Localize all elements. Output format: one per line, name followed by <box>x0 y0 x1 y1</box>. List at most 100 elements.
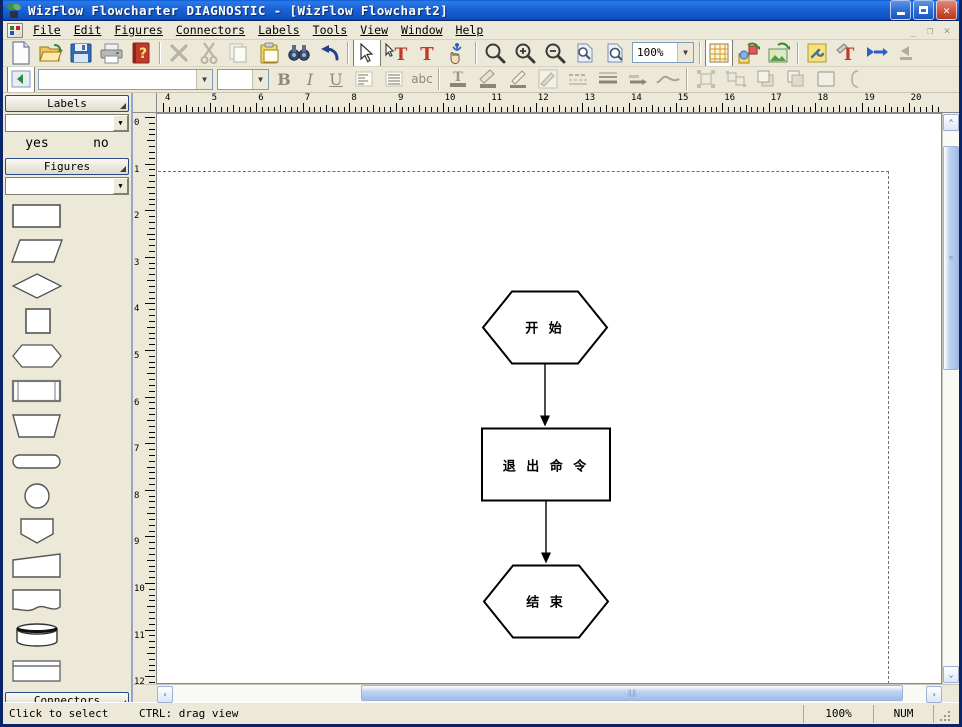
flow-node-exit-command[interactable]: 退 出 命 令 <box>481 427 611 502</box>
chevron-down-icon[interactable]: ▼ <box>113 178 128 194</box>
image-button[interactable] <box>765 40 793 66</box>
print-button[interactable] <box>97 40 125 66</box>
menu-item-view[interactable]: View <box>354 21 395 39</box>
palette-section-labels-header[interactable]: Labels <box>5 95 129 112</box>
bring-front-button[interactable] <box>752 67 780 92</box>
rounded-rectangle-shape[interactable] <box>5 444 68 478</box>
menu-item-tools[interactable]: Tools <box>307 21 355 39</box>
fill-color-button[interactable] <box>474 67 502 92</box>
line-color-button[interactable] <box>504 67 532 92</box>
vertical-scrollbar[interactable]: ⌃ ≡ ⌄ <box>942 113 959 684</box>
predefined-process-shape[interactable] <box>5 374 68 408</box>
line-style-dashed-button[interactable] <box>564 67 592 92</box>
find-binoculars-button[interactable] <box>285 40 313 66</box>
drawing-canvas[interactable]: 开 始 退 出 命 令 结 束 <box>157 113 942 684</box>
palette-section-connectors-header[interactable]: Connectors <box>5 692 129 702</box>
horizontal-scrollbar[interactable]: ‹ ‖‖ › <box>133 684 959 703</box>
chevron-down-icon[interactable]: ▼ <box>113 115 128 131</box>
curve-style-button[interactable] <box>654 67 682 92</box>
flow-connector-start-to-exit[interactable] <box>540 363 550 427</box>
select-text-button[interactable]: T <box>383 40 411 66</box>
new-document-button[interactable] <box>7 40 35 66</box>
grid-toggle-button[interactable] <box>705 40 733 66</box>
menu-item-connectors[interactable]: Connectors <box>170 21 252 39</box>
menu-item-edit[interactable]: Edit <box>68 21 109 39</box>
chevron-down-icon[interactable]: ▼ <box>252 69 268 89</box>
figure-style-button[interactable] <box>735 40 763 66</box>
arrow-style-button[interactable] <box>624 67 652 92</box>
rectangle-shape[interactable] <box>5 199 68 233</box>
parallelogram-shape[interactable] <box>5 234 68 268</box>
scroll-down-button[interactable]: ⌄ <box>943 666 959 683</box>
diamond-shape[interactable] <box>5 269 68 303</box>
chevron-down-icon[interactable]: ▼ <box>196 69 212 89</box>
open-folder-button[interactable] <box>37 40 65 66</box>
label-item-yes[interactable]: yes <box>25 136 48 151</box>
font-family-combo[interactable]: ▼ <box>38 68 213 90</box>
chevron-down-icon[interactable]: ▼ <box>677 43 693 63</box>
overflow-button[interactable] <box>893 40 921 66</box>
font-size-combo[interactable]: ▼ <box>217 68 269 90</box>
copy-button[interactable] <box>225 40 253 66</box>
zoom-button[interactable] <box>481 40 509 66</box>
save-button[interactable] <box>67 40 95 66</box>
cut-button[interactable] <box>195 40 223 66</box>
add-text-button[interactable]: T <box>413 40 441 66</box>
export-button[interactable] <box>863 40 891 66</box>
menu-item-help[interactable]: Help <box>450 21 491 39</box>
mdi-close-button[interactable]: ✕ <box>939 23 955 38</box>
text-style-button[interactable]: T <box>833 40 861 66</box>
line-weight-button[interactable] <box>594 67 622 92</box>
more-button[interactable] <box>842 67 870 92</box>
paste-button[interactable] <box>255 40 283 66</box>
horizontal-scroll-track[interactable]: ‖‖ <box>173 685 926 702</box>
send-back-button[interactable] <box>782 67 810 92</box>
document-shape[interactable] <box>5 584 68 618</box>
undo-button[interactable] <box>315 40 343 66</box>
zoom-width-button[interactable] <box>601 40 629 66</box>
bold-button[interactable]: B <box>271 67 297 92</box>
scroll-left-button[interactable]: ‹ <box>157 686 173 703</box>
menu-item-labels[interactable]: Labels <box>252 21 307 39</box>
spellcheck-button[interactable]: abc <box>409 67 435 92</box>
labels-category-combo[interactable]: ▼ <box>5 114 129 132</box>
flowchart-diagram[interactable]: 开 始 退 出 命 令 结 束 <box>157 114 941 683</box>
flow-connector-exit-to-end[interactable] <box>541 500 551 564</box>
circle-shape[interactable] <box>5 479 68 513</box>
palette-section-figures-header[interactable]: Figures <box>5 158 129 175</box>
vertical-scroll-track[interactable]: ≡ <box>943 132 959 665</box>
ungroup-button[interactable] <box>722 67 750 92</box>
group-button[interactable] <box>692 67 720 92</box>
help-book-button[interactable]: ? <box>127 40 155 66</box>
maximize-button[interactable] <box>913 0 934 20</box>
pentagon-shape[interactable] <box>5 514 68 548</box>
document-properties-icon[interactable] <box>7 22 23 38</box>
align-justify-button[interactable] <box>380 67 408 92</box>
shadow-button[interactable] <box>534 67 562 92</box>
direct-access-storage-shape[interactable] <box>5 619 68 653</box>
close-button[interactable]: ✕ <box>936 0 957 20</box>
menu-item-file[interactable]: File <box>27 21 68 39</box>
mdi-restore-button[interactable]: ❐ <box>922 23 938 38</box>
italic-button[interactable]: I <box>297 67 323 92</box>
scroll-right-button[interactable]: › <box>926 686 942 703</box>
drag-hand-button[interactable] <box>443 40 471 66</box>
text-color-button[interactable]: T <box>444 67 472 92</box>
settings-wrench-button[interactable] <box>803 40 831 66</box>
select-pointer-button[interactable] <box>353 40 381 66</box>
zoom-level-combo[interactable]: 100% ▼ <box>632 42 694 64</box>
scroll-up-button[interactable]: ⌃ <box>943 114 959 131</box>
manual-input-shape[interactable] <box>5 549 68 583</box>
horizontal-scroll-thumb[interactable]: ‖‖ <box>361 685 903 701</box>
hexagon-shape[interactable] <box>5 339 68 373</box>
zoom-out-button[interactable] <box>541 40 569 66</box>
minimize-button[interactable] <box>890 0 911 20</box>
collapse-panel-button[interactable] <box>7 66 35 92</box>
underline-button[interactable]: U <box>323 67 349 92</box>
square-shape[interactable] <box>5 304 68 338</box>
menu-item-figures[interactable]: Figures <box>108 21 169 39</box>
flow-node-end[interactable]: 结 束 <box>482 564 610 639</box>
mdi-minimize-button[interactable]: _ <box>905 23 921 38</box>
zoom-page-button[interactable] <box>571 40 599 66</box>
horizontal-ruler[interactable]: 4 5 6 7 8 9 10 11 12 13 14 15 16 17 18 19 20 <box>157 93 942 113</box>
